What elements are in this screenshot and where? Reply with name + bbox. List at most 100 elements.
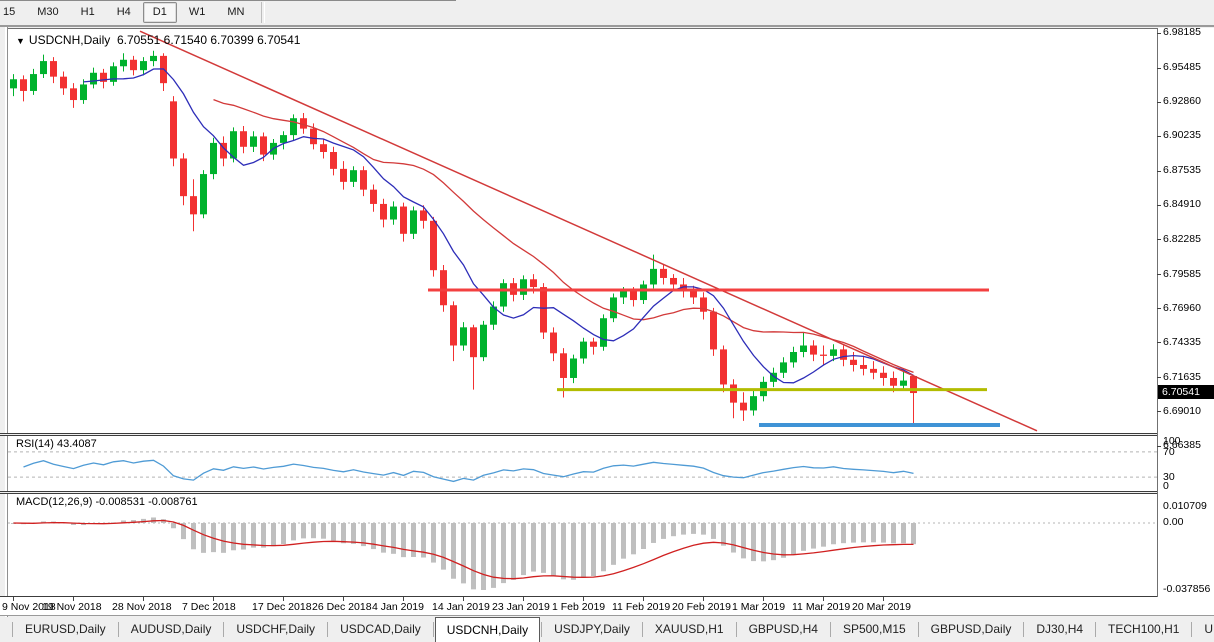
slow-ma-line bbox=[214, 100, 914, 373]
tab-dj30-h4[interactable]: DJ30,H4 bbox=[1025, 617, 1094, 642]
timeframe-button-H4[interactable]: H4 bbox=[107, 2, 141, 23]
macd-histogram-bar bbox=[431, 523, 436, 563]
bear-candle bbox=[860, 365, 867, 369]
timeframe-button-D1[interactable]: D1 bbox=[143, 2, 177, 23]
macd-axis-label: -0.037856 bbox=[1163, 583, 1210, 596]
macd-histogram-bar bbox=[311, 523, 316, 538]
bear-candle bbox=[180, 158, 187, 196]
timeframe-button-H1[interactable]: H1 bbox=[71, 2, 105, 23]
bull-candle bbox=[290, 118, 297, 135]
macd-histogram-bar bbox=[871, 523, 876, 542]
tab-separator bbox=[223, 622, 224, 637]
tab-partial[interactable]: U bbox=[1193, 617, 1214, 642]
macd-histogram-bar bbox=[841, 523, 846, 543]
price-axis-tick bbox=[1157, 377, 1161, 378]
bear-candle bbox=[170, 101, 177, 158]
bear-candle bbox=[70, 88, 77, 100]
bull-candle bbox=[40, 61, 47, 74]
bull-candle bbox=[200, 174, 207, 214]
bear-candle bbox=[590, 342, 597, 347]
bear-candle bbox=[740, 403, 747, 411]
bull-candle bbox=[640, 284, 647, 300]
tab-eurusd-daily[interactable]: EURUSD,Daily bbox=[14, 617, 117, 642]
price-chart-panel: ▼USDCNH,Daily 6.70551 6.71540 6.70399 6.… bbox=[8, 28, 1157, 434]
timeframe-button-W1[interactable]: W1 bbox=[179, 2, 216, 23]
macd-histogram-bar bbox=[741, 523, 746, 558]
date-axis-label: 7 Dec 2018 bbox=[182, 601, 236, 613]
macd-histogram-bar bbox=[461, 523, 466, 583]
bull-candle bbox=[350, 170, 357, 182]
rsi-canvas[interactable] bbox=[8, 436, 1157, 491]
bull-candle bbox=[750, 396, 757, 410]
macd-canvas[interactable] bbox=[8, 494, 1157, 596]
bear-candle bbox=[560, 353, 567, 378]
bull-candle bbox=[790, 352, 797, 362]
price-axis-tick bbox=[1157, 342, 1161, 343]
tab-usdcnh-daily[interactable]: USDCNH,Daily bbox=[435, 617, 540, 642]
bull-candle bbox=[30, 74, 37, 91]
bull-candle bbox=[620, 291, 627, 297]
bull-candle bbox=[900, 381, 907, 386]
timeframe-button-M30[interactable]: M30 bbox=[27, 2, 68, 23]
macd-histogram-bar bbox=[881, 523, 886, 543]
tab-audusd-daily[interactable]: AUDUSD,Daily bbox=[120, 617, 223, 642]
date-axis-label: 1 Feb 2019 bbox=[552, 601, 605, 613]
chart-title: ▼USDCNH,Daily 6.70551 6.71540 6.70399 6.… bbox=[16, 33, 300, 47]
macd-histogram-bar bbox=[671, 523, 676, 536]
macd-histogram-bar bbox=[541, 523, 546, 573]
bull-candle bbox=[500, 283, 507, 306]
bull-candle bbox=[800, 346, 807, 352]
macd-histogram-bar bbox=[531, 523, 536, 572]
descending-trendline[interactable] bbox=[140, 31, 1037, 431]
trading-terminal-window: 15M30H1H4D1W1MN ▼USDCNH,Daily 6.70551 6.… bbox=[0, 0, 1214, 642]
macd-histogram-bar bbox=[781, 523, 786, 558]
timeframe-button-15[interactable]: 15 bbox=[0, 2, 25, 23]
bear-candle bbox=[240, 131, 247, 147]
time-axis[interactable]: 9 Nov 201819 Nov 201828 Nov 20187 Dec 20… bbox=[0, 597, 1214, 616]
bull-candle bbox=[280, 135, 287, 143]
bull-candle bbox=[460, 327, 467, 345]
tab-usdchf-daily[interactable]: USDCHF,Daily bbox=[225, 617, 326, 642]
macd-axis-label: 0.00 bbox=[1163, 516, 1183, 529]
macd-histogram-bar bbox=[331, 523, 336, 541]
macd-histogram-bar bbox=[591, 523, 596, 576]
macd-histogram-bar bbox=[601, 523, 606, 571]
bull-candle bbox=[250, 136, 257, 146]
rsi-label: RSI(14) 43.4087 bbox=[16, 438, 97, 450]
macd-histogram-bar bbox=[281, 523, 286, 544]
price-chart-canvas[interactable] bbox=[8, 29, 1157, 434]
date-axis-label: 14 Jan 2019 bbox=[432, 601, 490, 613]
price-axis-tick bbox=[1157, 33, 1161, 34]
macd-histogram-bar bbox=[911, 523, 916, 544]
tab-xauusd-h1[interactable]: XAUUSD,H1 bbox=[644, 617, 735, 642]
macd-histogram-bar bbox=[491, 523, 496, 588]
tab-gbpusd-h4[interactable]: GBPUSD,H4 bbox=[738, 617, 829, 642]
tab-usdcad-daily[interactable]: USDCAD,Daily bbox=[329, 617, 432, 642]
price-axis-tick bbox=[1157, 136, 1161, 137]
macd-histogram-bar bbox=[681, 523, 686, 535]
timeframe-button-MN[interactable]: MN bbox=[217, 2, 254, 23]
price-axis-label: 6.71635 bbox=[1163, 371, 1201, 384]
macd-histogram-bar bbox=[441, 523, 446, 570]
price-axis-label: 6.98185 bbox=[1163, 26, 1201, 39]
tab-gbpusd-daily[interactable]: GBPUSD,Daily bbox=[920, 617, 1023, 642]
bear-candle bbox=[890, 378, 897, 386]
macd-histogram-bar bbox=[191, 523, 196, 549]
bull-candle bbox=[780, 362, 787, 372]
macd-panel: MACD(12,26,9) -0.008531 -0.008761 bbox=[8, 494, 1157, 596]
macd-histogram-bar bbox=[571, 523, 576, 580]
macd-histogram-bar bbox=[611, 523, 616, 565]
price-axis-label: 6.92860 bbox=[1163, 95, 1201, 108]
tab-separator bbox=[1023, 622, 1024, 637]
price-axis-tick bbox=[1157, 68, 1161, 69]
rsi-axis-label: 70 bbox=[1163, 446, 1175, 459]
date-axis-label: 19 Nov 2018 bbox=[42, 601, 102, 613]
tab-usdjpy-daily[interactable]: USDJPY,Daily bbox=[543, 617, 641, 642]
macd-label: MACD(12,26,9) -0.008531 -0.008761 bbox=[16, 496, 198, 508]
date-axis-label: 28 Nov 2018 bbox=[112, 601, 172, 613]
tab-tech100-h1[interactable]: TECH100,H1 bbox=[1097, 617, 1190, 642]
tab-sp500-m15[interactable]: SP500,M15 bbox=[832, 617, 917, 642]
bear-candle bbox=[820, 355, 827, 356]
window-left-rail bbox=[0, 27, 8, 617]
price-axis-tick bbox=[1157, 274, 1161, 275]
